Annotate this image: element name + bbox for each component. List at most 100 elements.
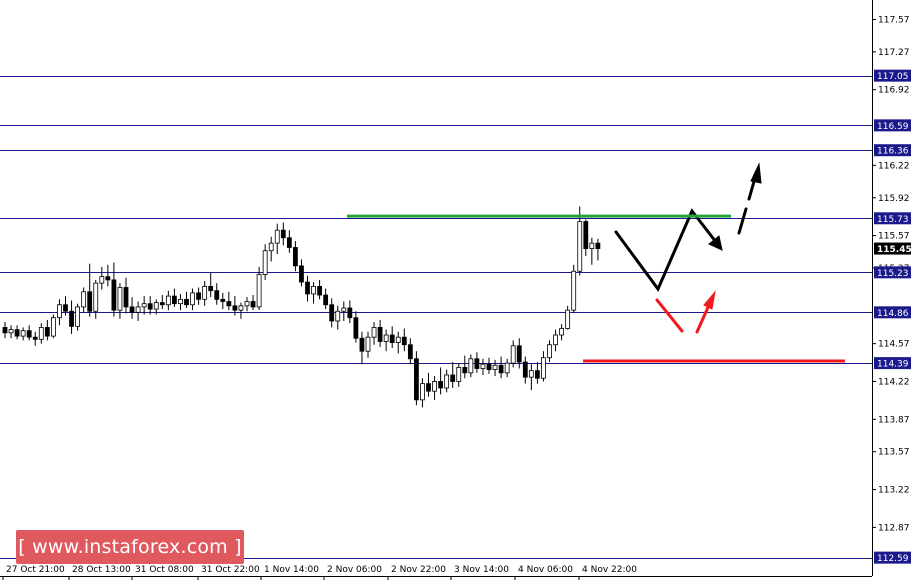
- x-tick-label: 2 Nov 06:00: [327, 565, 382, 575]
- y-tick-label: 116.22: [878, 161, 910, 171]
- candle-body: [426, 383, 431, 392]
- x-tick-label: 31 Oct 22:00: [201, 565, 260, 575]
- level-label: 116.36: [877, 147, 909, 157]
- candle-body: [528, 370, 534, 378]
- candle-body: [26, 330, 32, 338]
- y-tick-label: 114.22: [878, 377, 910, 387]
- level-label: 116.59: [877, 122, 909, 132]
- level-label: 114.39: [877, 360, 909, 370]
- candle-body: [38, 327, 44, 340]
- x-tick-label: 27 Oct 21:00: [6, 565, 65, 575]
- candle-body: [226, 301, 232, 307]
- candle-body: [583, 221, 589, 249]
- candle-body: [44, 327, 50, 337]
- candle-body: [341, 307, 347, 312]
- candle-body: [147, 303, 153, 310]
- candle-body: [444, 374, 450, 389]
- candle-body: [498, 364, 504, 374]
- candle-body: [559, 328, 564, 336]
- x-tick-label: 4 Nov 22:00: [582, 565, 637, 575]
- plot-background: [0, 0, 872, 576]
- candle-body: [305, 281, 310, 295]
- candle-body: [516, 345, 522, 363]
- candle-body: [359, 337, 365, 352]
- candle-body: [492, 364, 498, 370]
- candle-body: [407, 344, 413, 360]
- candle-body: [432, 381, 437, 392]
- candle-body: [395, 336, 401, 343]
- candle-body: [196, 292, 202, 300]
- candle-body: [8, 329, 14, 334]
- candle-body: [317, 285, 323, 296]
- candle-body: [462, 367, 468, 374]
- candle: [75, 303, 80, 331]
- candle-body: [141, 303, 147, 308]
- candle-body: [510, 345, 516, 364]
- y-tick-label: 113.22: [878, 486, 910, 496]
- candle-body: [14, 329, 20, 337]
- candle-body: [541, 357, 546, 379]
- x-tick-label: 28 Oct 13:00: [72, 565, 131, 575]
- candle-body: [335, 310, 341, 322]
- candle-body: [595, 242, 601, 249]
- candle-body: [299, 265, 304, 283]
- candle-body: [413, 358, 419, 401]
- x-tick-label: 2 Nov 22:00: [391, 565, 446, 575]
- candle-body: [75, 306, 80, 327]
- candle-body: [256, 274, 262, 308]
- candle-body: [456, 367, 462, 382]
- candle-body: [87, 291, 93, 312]
- candle-body: [553, 334, 558, 346]
- candle-body: [190, 292, 195, 306]
- candle-body: [244, 301, 250, 307]
- y-tick-label: 113.87: [878, 415, 910, 425]
- candle-body: [165, 295, 171, 306]
- level-label: 117.05: [877, 72, 909, 82]
- candle-body: [238, 305, 244, 311]
- candle-body: [371, 327, 377, 338]
- candle-body: [262, 250, 268, 275]
- candle-body: [250, 301, 256, 308]
- x-tick-label: 31 Oct 08:00: [135, 565, 194, 575]
- y-tick-label: 115.92: [878, 194, 910, 204]
- candle-body: [159, 302, 165, 306]
- candlestick-chart: 117.57 117.27 116.92 116.22 115.92 115.57 115.…: [0, 0, 912, 580]
- y-tick-label: 112.87: [878, 523, 910, 533]
- y-tick-label: 114.57: [878, 340, 910, 350]
- candle-body: [577, 221, 583, 272]
- candle-body: [323, 294, 329, 306]
- candle-body: [486, 363, 492, 370]
- candle-body: [311, 285, 316, 295]
- candle: [571, 264, 577, 313]
- candle-body: [389, 334, 395, 343]
- instaforex-watermark: [ www.instaforex.com ]: [16, 530, 244, 564]
- candle-body: [99, 276, 105, 284]
- candle-body: [535, 370, 540, 379]
- candle-body: [153, 302, 159, 310]
- candle-body: [547, 344, 552, 359]
- candle-body: [286, 237, 292, 248]
- candle-body: [178, 298, 183, 305]
- y-tick-label: 116.92: [878, 86, 910, 96]
- candle-body: [51, 317, 56, 337]
- candle: [51, 314, 56, 339]
- x-tick-label: 1 Nov 14:00: [264, 565, 319, 575]
- candle-body: [184, 298, 189, 306]
- candle-body: [202, 285, 208, 300]
- candle-body: [589, 242, 595, 249]
- candle-body: [135, 306, 141, 313]
- candle-body: [450, 374, 456, 382]
- candle-body: [329, 304, 335, 322]
- candle-body: [571, 270, 577, 311]
- candle-body: [438, 381, 444, 389]
- y-tick-label: 117.27: [878, 48, 910, 58]
- candle-body: [565, 309, 571, 329]
- candle-body: [474, 358, 480, 369]
- candle-body: [232, 305, 238, 311]
- candle-body: [81, 291, 87, 308]
- level-label: 112.59: [877, 554, 909, 564]
- candle-body: [268, 242, 274, 252]
- candle-body: [347, 307, 353, 319]
- candle-body: [171, 295, 177, 305]
- candle-body: [123, 287, 129, 308]
